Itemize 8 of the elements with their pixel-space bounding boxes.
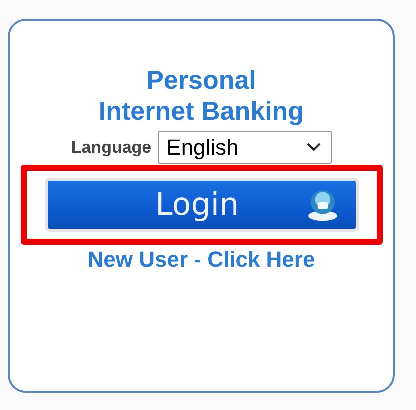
user-icon bbox=[306, 188, 340, 222]
login-button[interactable]: Login bbox=[48, 181, 356, 229]
new-user-link[interactable]: New User - Click Here bbox=[88, 247, 316, 273]
language-dropdown[interactable]: English bbox=[158, 131, 332, 164]
page-title: Personal bbox=[146, 65, 256, 96]
page-title: Internet Banking bbox=[98, 96, 304, 127]
caret-icon bbox=[306, 143, 321, 152]
language-label: Language bbox=[71, 138, 152, 158]
